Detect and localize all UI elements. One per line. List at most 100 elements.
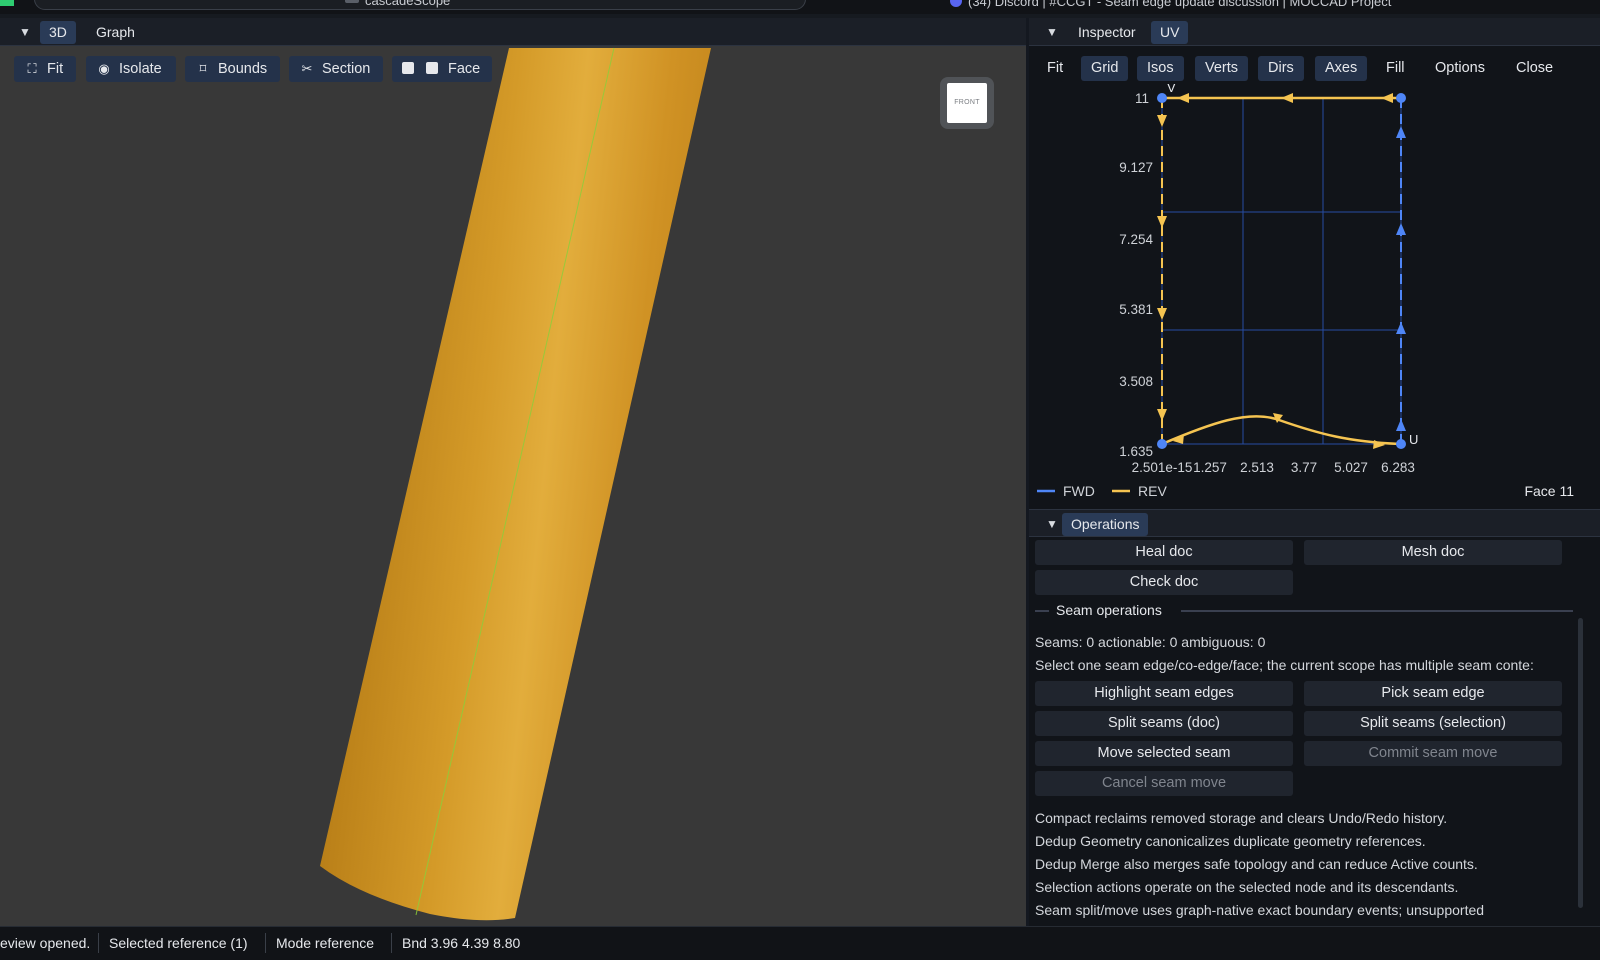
uv-toolbar: Fit Grid Isos Verts Dirs Axes Fill Optio…: [1029, 54, 1600, 82]
heal-doc-button[interactable]: Heal doc: [1035, 540, 1293, 565]
face-label: Face 11: [1524, 483, 1574, 499]
window-title-text: (34) Discord | #CCGT - Seam edge update …: [968, 0, 1392, 9]
rev-arrow: [1157, 308, 1167, 320]
rev-arrow: [1157, 115, 1167, 127]
collapse-triangle-icon[interactable]: ▼: [1045, 517, 1059, 531]
tab-operations[interactable]: Operations: [1062, 513, 1149, 536]
collapse-triangle-icon[interactable]: ▼: [1045, 25, 1059, 39]
uv-x-tick: 5.027: [1334, 460, 1368, 475]
status-divider: [98, 933, 99, 953]
uv-fit-button[interactable]: Fit: [1037, 56, 1073, 81]
operations-header: ▼ Operations: [1029, 509, 1600, 537]
status-message: eview opened.: [0, 935, 91, 951]
move-selected-seam-button[interactable]: Move selected seam: [1035, 741, 1293, 766]
highlight-seam-edges-button[interactable]: Highlight seam edges: [1035, 681, 1293, 706]
uv-grid: [1161, 97, 1402, 445]
fit-frame-icon: ⛶: [27, 61, 37, 76]
uv-axis-u-label: U: [1409, 432, 1418, 447]
eye-icon: ◉: [98, 61, 110, 76]
bounds-icon: ⌑: [199, 61, 207, 76]
uv-vertex[interactable]: [1396, 93, 1406, 103]
uv-fill-toggle[interactable]: Fill: [1376, 56, 1415, 81]
uv-x-tick: 3.77: [1291, 460, 1317, 475]
uv-y-tick: 5.381: [1119, 302, 1153, 317]
face-button[interactable]: Face: [392, 56, 492, 82]
uv-y-tick: 11: [1135, 91, 1149, 106]
uv-vertex[interactable]: [1157, 93, 1167, 103]
uv-close-button[interactable]: Close: [1506, 56, 1563, 81]
uv-x-tick: 2.513: [1240, 460, 1274, 475]
uv-vertex[interactable]: [1157, 439, 1167, 449]
viewport-panel: ▼ 3D Graph ⛶ Fit ◉ Isolate ⌑ Bounds ✂ Se…: [0, 18, 1026, 926]
browser-tab[interactable]: cascadeScope: [34, 0, 806, 10]
status-divider: [265, 933, 266, 953]
uv-grid-toggle[interactable]: Grid: [1081, 56, 1129, 81]
operations-note: Seam split/move uses graph-native exact …: [1035, 902, 1485, 918]
status-bounds: Bnd 3.96 4.39 8.80: [402, 935, 521, 951]
isolate-button[interactable]: ◉ Isolate: [86, 56, 176, 82]
window-top-bar: cascadeScope (34) Discord | #CCGT - Seam…: [0, 0, 1600, 14]
uv-x-tick: 2.501e-15: [1132, 460, 1193, 475]
uv-options-button[interactable]: Options: [1425, 56, 1495, 81]
uv-x-tick: 6.283: [1381, 460, 1415, 475]
operations-note: Selection actions operate on the selecte…: [1035, 879, 1459, 895]
bounds-button[interactable]: ⌑ Bounds: [185, 56, 280, 82]
uv-y-tick: 3.508: [1119, 374, 1153, 389]
rev-arrow: [1157, 409, 1167, 421]
view-cube[interactable]: FRONT: [940, 77, 994, 129]
tab-uv[interactable]: UV: [1151, 21, 1189, 44]
tab-graph[interactable]: Graph: [87, 21, 144, 44]
uv-isos-toggle[interactable]: Isos: [1137, 56, 1184, 81]
split-seams-doc-button[interactable]: Split seams (doc): [1035, 711, 1293, 736]
uv-x-tick: 1.257: [1193, 460, 1227, 475]
browser-tab-title: cascadeScope: [365, 0, 451, 8]
operations-scrollbar[interactable]: [1578, 618, 1583, 908]
collapse-triangle-icon[interactable]: ▼: [18, 25, 32, 39]
uv-dirs-toggle[interactable]: Dirs: [1258, 56, 1304, 81]
status-bar: eview opened. Selected reference (1) Mod…: [0, 926, 1600, 960]
view-cube-front-face[interactable]: FRONT: [947, 83, 987, 123]
tab-inspector[interactable]: Inspector: [1069, 21, 1145, 44]
app-corner-icon: [0, 0, 14, 6]
checkbox-icon[interactable]: [426, 62, 438, 74]
rev-arrow: [1381, 93, 1393, 103]
uv-verts-toggle[interactable]: Verts: [1195, 56, 1249, 81]
tab-3d[interactable]: 3D: [40, 21, 76, 44]
commit-seam-move-button[interactable]: Commit seam move: [1304, 741, 1562, 766]
uv-plot[interactable]: V U 11 9.127 7.254 5.381 3.508 1.635 2.5…: [1029, 84, 1600, 509]
seam-operations-title: Seam operations: [1056, 602, 1162, 618]
uv-y-tick: 1.635: [1119, 444, 1153, 459]
status-divider: [391, 933, 392, 953]
rev-arrow: [1157, 216, 1167, 228]
mesh-doc-button[interactable]: Mesh doc: [1304, 540, 1562, 565]
uv-vertex[interactable]: [1396, 439, 1406, 449]
fit-button[interactable]: ⛶ Fit: [14, 56, 76, 82]
fwd-arrow: [1396, 322, 1406, 334]
seam-hint: Select one seam edge/co-edge/face; the c…: [1035, 657, 1534, 673]
legend-fwd-label: FWD: [1063, 483, 1095, 499]
face-toggle-icon: [402, 62, 414, 74]
uv-y-tick: 7.254: [1119, 232, 1153, 247]
cancel-seam-move-button[interactable]: Cancel seam move: [1035, 771, 1293, 796]
rev-edge-bottom: [1161, 415, 1402, 446]
fwd-arrow: [1396, 126, 1406, 138]
rev-arrow: [1177, 93, 1189, 103]
status-selection: Selected reference (1): [109, 935, 248, 951]
rev-arrow: [1373, 440, 1385, 449]
operations-note: Dedup Geometry canonicalizes duplicate g…: [1035, 833, 1426, 849]
model-viewport[interactable]: [0, 46, 1026, 926]
fwd-arrow: [1396, 223, 1406, 235]
scissors-icon: ✂: [301, 61, 313, 76]
pick-seam-edge-button[interactable]: Pick seam edge: [1304, 681, 1562, 706]
operations-note: Compact reclaims removed storage and cle…: [1035, 810, 1448, 826]
discord-icon: [950, 0, 962, 7]
split-seams-selection-button[interactable]: Split seams (selection): [1304, 711, 1562, 736]
seam-operations-separator: Seam operations: [1035, 602, 1573, 618]
check-doc-button[interactable]: Check doc: [1035, 570, 1293, 595]
status-mode: Mode reference: [276, 935, 375, 951]
section-button[interactable]: ✂ Section: [289, 56, 383, 82]
cylinder-body[interactable]: [320, 48, 711, 921]
inspector-header: ▼ Inspector UV: [1029, 18, 1600, 46]
uv-axes-toggle[interactable]: Axes: [1315, 56, 1368, 81]
viewport-panel-header: ▼ 3D Graph: [0, 18, 1026, 46]
